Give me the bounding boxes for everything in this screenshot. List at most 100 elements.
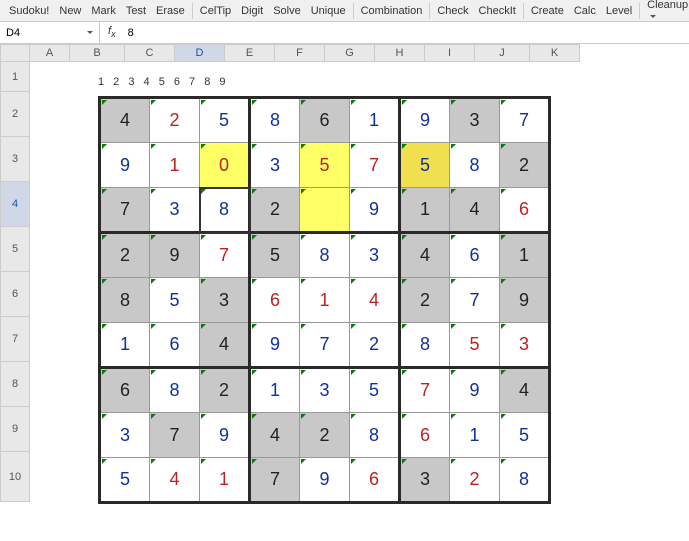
sudoku-cell-r6-c6[interactable]: 2: [350, 323, 400, 368]
sudoku-cell-r9-c9[interactable]: 8: [500, 458, 550, 503]
sudoku-cell-r5-c3[interactable]: 3: [200, 278, 250, 323]
sudoku-cell-r3-c4[interactable]: 2: [250, 188, 300, 233]
sudoku-cell-r5-c5[interactable]: 1: [300, 278, 350, 323]
sudoku-cell-r5-c6[interactable]: 4: [350, 278, 400, 323]
sudoku-cell-r2-c8[interactable]: 8: [450, 143, 500, 188]
col-header-H[interactable]: H: [375, 44, 425, 62]
row-header-2[interactable]: 2: [0, 92, 30, 137]
sudoku-cell-r9-c5[interactable]: 9: [300, 458, 350, 503]
sudoku-cell-r1-c5[interactable]: 6: [300, 98, 350, 143]
menu-create[interactable]: Create: [526, 3, 569, 19]
col-header-C[interactable]: C: [125, 44, 175, 62]
sudoku-cell-r6-c1[interactable]: 1: [100, 323, 150, 368]
menu-solve[interactable]: Solve: [268, 3, 306, 19]
col-header-E[interactable]: E: [225, 44, 275, 62]
menu-celtip[interactable]: CelTip: [195, 3, 236, 19]
sudoku-cell-r2-c7[interactable]: 5: [400, 143, 450, 188]
sudoku-cell-r2-c5[interactable]: 5: [300, 143, 350, 188]
row-header-7[interactable]: 7: [0, 317, 30, 362]
sudoku-cell-r4-c7[interactable]: 4: [400, 233, 450, 278]
sudoku-cell-r8-c7[interactable]: 6: [400, 413, 450, 458]
row-header-4[interactable]: 4: [0, 182, 30, 227]
menu-check[interactable]: Check: [432, 3, 473, 19]
sudoku-cell-r8-c1[interactable]: 3: [100, 413, 150, 458]
sudoku-cell-r5-c9[interactable]: 9: [500, 278, 550, 323]
sheet-area[interactable]: 1 2 3 4 5 6 7 8 9 4258619379103575827382…: [30, 62, 689, 502]
sudoku-cell-r2-c3[interactable]: 0: [200, 143, 250, 188]
menu-test[interactable]: Test: [121, 3, 151, 19]
col-header-A[interactable]: A: [30, 44, 70, 62]
sudoku-cell-r4-c1[interactable]: 2: [100, 233, 150, 278]
sudoku-cell-r4-c9[interactable]: 1: [500, 233, 550, 278]
formula-value[interactable]: 8: [124, 27, 138, 39]
sudoku-cell-r8-c3[interactable]: 9: [200, 413, 250, 458]
sudoku-cell-r6-c7[interactable]: 8: [400, 323, 450, 368]
sudoku-cell-r7-c8[interactable]: 9: [450, 368, 500, 413]
sudoku-cell-r1-c4[interactable]: 8: [250, 98, 300, 143]
sudoku-cell-r1-c2[interactable]: 2: [150, 98, 200, 143]
menu-new[interactable]: New: [54, 3, 86, 19]
col-header-B[interactable]: B: [70, 44, 125, 62]
row-header-1[interactable]: 1: [0, 62, 30, 92]
col-header-F[interactable]: F: [275, 44, 325, 62]
sudoku-cell-r3-c1[interactable]: 7: [100, 188, 150, 233]
sudoku-cell-r5-c1[interactable]: 8: [100, 278, 150, 323]
sudoku-cell-r2-c4[interactable]: 3: [250, 143, 300, 188]
sudoku-cell-r7-c7[interactable]: 7: [400, 368, 450, 413]
chevron-down-icon[interactable]: [87, 31, 93, 34]
sudoku-cell-r3-c8[interactable]: 4: [450, 188, 500, 233]
sudoku-cell-r3-c3[interactable]: 8: [200, 188, 250, 233]
sudoku-cell-r7-c9[interactable]: 4: [500, 368, 550, 413]
sudoku-cell-r2-c6[interactable]: 7: [350, 143, 400, 188]
sudoku-cell-r5-c4[interactable]: 6: [250, 278, 300, 323]
sudoku-cell-r8-c2[interactable]: 7: [150, 413, 200, 458]
menu-unique[interactable]: Unique: [306, 3, 351, 19]
sudoku-cell-r9-c7[interactable]: 3: [400, 458, 450, 503]
row-header-3[interactable]: 3: [0, 137, 30, 182]
col-header-I[interactable]: I: [425, 44, 475, 62]
sudoku-cell-r7-c4[interactable]: 1: [250, 368, 300, 413]
sudoku-cell-r9-c3[interactable]: 1: [200, 458, 250, 503]
sudoku-cell-r4-c5[interactable]: 8: [300, 233, 350, 278]
sudoku-cell-r5-c2[interactable]: 5: [150, 278, 200, 323]
sudoku-cell-r6-c3[interactable]: 4: [200, 323, 250, 368]
sudoku-cell-r4-c2[interactable]: 9: [150, 233, 200, 278]
sudoku-cell-r9-c8[interactable]: 2: [450, 458, 500, 503]
sudoku-cell-r9-c4[interactable]: 7: [250, 458, 300, 503]
sudoku-cell-r9-c6[interactable]: 6: [350, 458, 400, 503]
col-header-D[interactable]: D: [175, 44, 225, 62]
sudoku-cell-r3-c5[interactable]: [300, 188, 350, 233]
menu-level[interactable]: Level: [601, 3, 637, 19]
sudoku-cell-r8-c6[interactable]: 8: [350, 413, 400, 458]
menu-digit[interactable]: Digit: [236, 3, 268, 19]
sudoku-cell-r2-c1[interactable]: 9: [100, 143, 150, 188]
sudoku-cell-r3-c7[interactable]: 1: [400, 188, 450, 233]
col-header-K[interactable]: K: [530, 44, 580, 62]
sudoku-cell-r1-c8[interactable]: 3: [450, 98, 500, 143]
sudoku-cell-r5-c8[interactable]: 7: [450, 278, 500, 323]
menu-erase[interactable]: Erase: [151, 3, 190, 19]
select-all-corner[interactable]: [0, 44, 30, 62]
sudoku-cell-r7-c1[interactable]: 6: [100, 368, 150, 413]
col-header-J[interactable]: J: [475, 44, 530, 62]
row-header-6[interactable]: 6: [0, 272, 30, 317]
sudoku-cell-r6-c4[interactable]: 9: [250, 323, 300, 368]
sudoku-cell-r1-c3[interactable]: 5: [200, 98, 250, 143]
sudoku-cell-r4-c4[interactable]: 5: [250, 233, 300, 278]
sudoku-cell-r4-c8[interactable]: 6: [450, 233, 500, 278]
sudoku-cell-r1-c9[interactable]: 7: [500, 98, 550, 143]
sudoku-cell-r1-c6[interactable]: 1: [350, 98, 400, 143]
sudoku-cell-r4-c3[interactable]: 7: [200, 233, 250, 278]
sudoku-cell-r5-c7[interactable]: 2: [400, 278, 450, 323]
sudoku-cell-r2-c9[interactable]: 2: [500, 143, 550, 188]
sudoku-cell-r8-c5[interactable]: 2: [300, 413, 350, 458]
name-box[interactable]: D4: [0, 22, 100, 43]
row-header-10[interactable]: 10: [0, 452, 30, 502]
sudoku-cell-r6-c5[interactable]: 7: [300, 323, 350, 368]
sudoku-cell-r7-c6[interactable]: 5: [350, 368, 400, 413]
menu-calc[interactable]: Calc: [569, 3, 601, 19]
sudoku-cell-r9-c1[interactable]: 5: [100, 458, 150, 503]
sudoku-cell-r7-c2[interactable]: 8: [150, 368, 200, 413]
menu-checkit[interactable]: CheckIt: [474, 3, 521, 19]
sudoku-cell-r9-c2[interactable]: 4: [150, 458, 200, 503]
